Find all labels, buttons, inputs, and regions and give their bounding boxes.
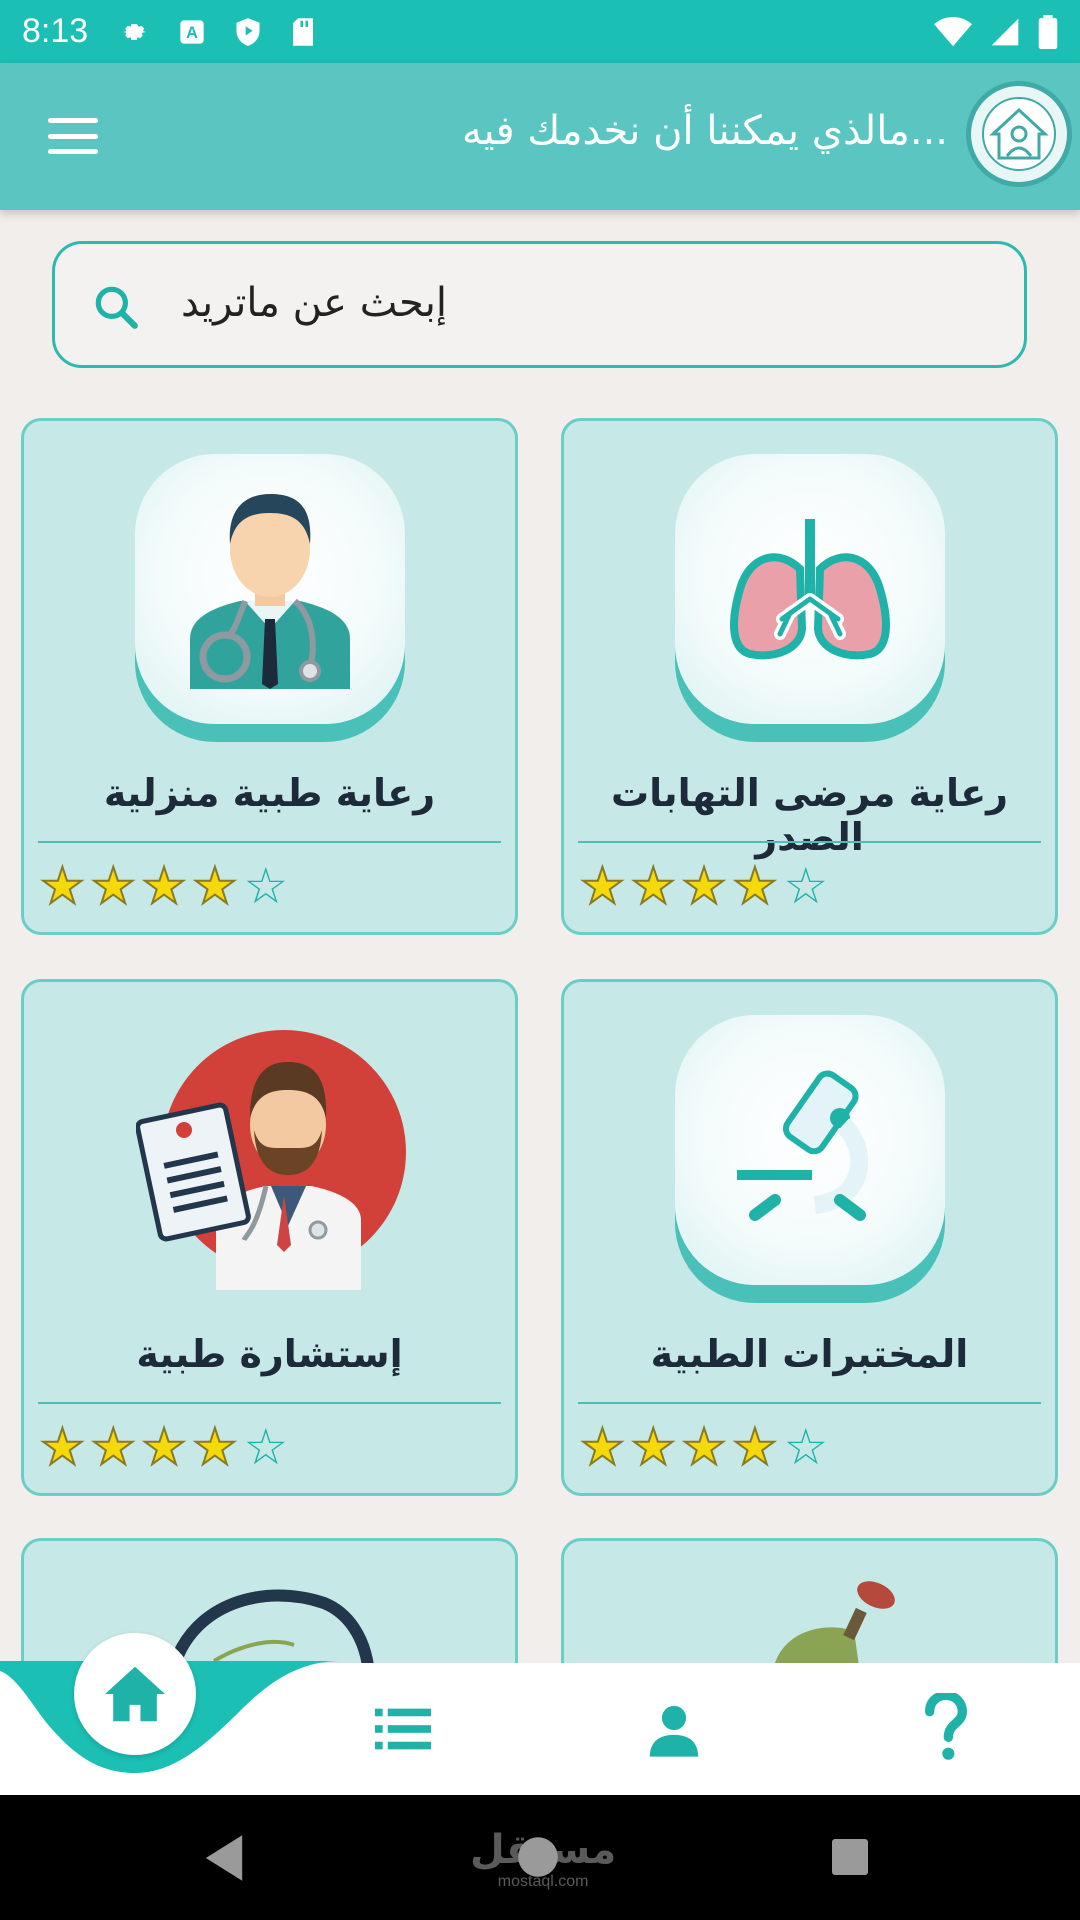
card-divider: [578, 841, 1041, 843]
help-icon[interactable]: [922, 1693, 970, 1763]
star-full-icon: ★: [191, 857, 238, 915]
consultation-doctor-icon: [136, 1030, 406, 1290]
search-input[interactable]: إبحث عن ماتريد: [52, 241, 1027, 368]
battery-icon: [1038, 14, 1058, 49]
app-bar: ...مالذي يمكننا أن نخدمك فيه: [0, 63, 1080, 210]
page-title: ...مالذي يمكننا أن نخدمك فيه: [462, 108, 948, 154]
search-icon: [95, 286, 138, 329]
service-card-medical-labs[interactable]: المختبرات الطبية ★ ★ ★ ★ ☆: [561, 979, 1058, 1496]
service-card-chest-care[interactable]: رعاية مرضى التهابات الصدر ★ ★ ★ ★ ☆: [561, 418, 1058, 935]
star-full-icon: ★: [731, 857, 778, 915]
card-divider: [578, 1402, 1041, 1404]
a-icon: A: [180, 19, 204, 44]
card-title: رعاية مرضى التهابات الصدر: [610, 771, 1009, 859]
home-button[interactable]: [74, 1633, 196, 1755]
star-full-icon: ★: [90, 857, 137, 915]
lungs-icon: [730, 519, 890, 660]
card-divider: [38, 841, 501, 843]
star-rating: ★ ★ ★ ★ ☆: [39, 1418, 289, 1476]
star-full-icon: ★: [39, 1418, 86, 1476]
search-placeholder: إبحث عن ماتريد: [181, 280, 448, 326]
shield-icon: [236, 17, 260, 46]
star-full-icon: ★: [579, 1418, 626, 1476]
star-full-icon: ★: [141, 1418, 188, 1476]
home-icon: [105, 1666, 165, 1722]
star-rating: ★ ★ ★ ★ ☆: [579, 1418, 829, 1476]
service-card-badge[interactable]: [21, 1538, 518, 1666]
hamburger-icon[interactable]: [48, 118, 98, 154]
star-full-icon: ★: [191, 1418, 238, 1476]
back-icon[interactable]: [200, 1833, 248, 1883]
star-full-icon: ★: [681, 1418, 728, 1476]
star-full-icon: ★: [90, 1418, 137, 1476]
star-rating: ★ ★ ★ ★ ☆: [579, 857, 829, 915]
service-card-oxygen[interactable]: [561, 1538, 1058, 1666]
microscope-icon: [737, 1070, 869, 1221]
star-rating: ★ ★ ★ ★ ☆: [39, 857, 289, 915]
list-icon[interactable]: [372, 1701, 434, 1757]
service-card-home-care[interactable]: رعاية طبية منزلية ★ ★ ★ ★ ☆: [21, 418, 518, 935]
star-full-icon: ★: [630, 857, 677, 915]
card-title: رعاية طبية منزلية: [103, 771, 436, 815]
settings-icon: [123, 23, 147, 40]
doctor-icon: [190, 494, 350, 689]
sd-card-icon: [293, 17, 314, 46]
home-circle-icon[interactable]: [516, 1835, 560, 1879]
star-empty-icon: ☆: [783, 857, 829, 915]
star-full-icon: ★: [141, 857, 188, 915]
star-empty-icon: ☆: [243, 857, 289, 915]
svg-text:A: A: [186, 23, 198, 41]
recent-icon[interactable]: [830, 1837, 870, 1877]
status-bar: 8:13 A: [0, 0, 1080, 63]
card-divider: [38, 1402, 501, 1404]
star-full-icon: ★: [731, 1418, 778, 1476]
badge-icon: [168, 1589, 374, 1666]
star-full-icon: ★: [579, 857, 626, 915]
star-full-icon: ★: [630, 1418, 677, 1476]
system-nav-bar: مستقل mostaql.com: [0, 1795, 1080, 1920]
star-empty-icon: ☆: [243, 1418, 289, 1476]
home-care-logo[interactable]: [966, 81, 1072, 187]
star-empty-icon: ☆: [783, 1418, 829, 1476]
star-full-icon: ★: [39, 857, 86, 915]
status-time: 8:13: [22, 12, 89, 50]
star-full-icon: ★: [681, 857, 728, 915]
card-title: إستشارة طبية: [136, 1332, 403, 1376]
signal-icon: [991, 18, 1019, 45]
person-icon[interactable]: [645, 1701, 703, 1759]
card-title: المختبرات الطبية: [650, 1332, 969, 1376]
service-card-medical-consultation[interactable]: إستشارة طبية ★ ★ ★ ★ ☆: [21, 979, 518, 1496]
oxygen-tank-icon: [774, 1581, 895, 1666]
wifi-icon: [934, 16, 972, 46]
